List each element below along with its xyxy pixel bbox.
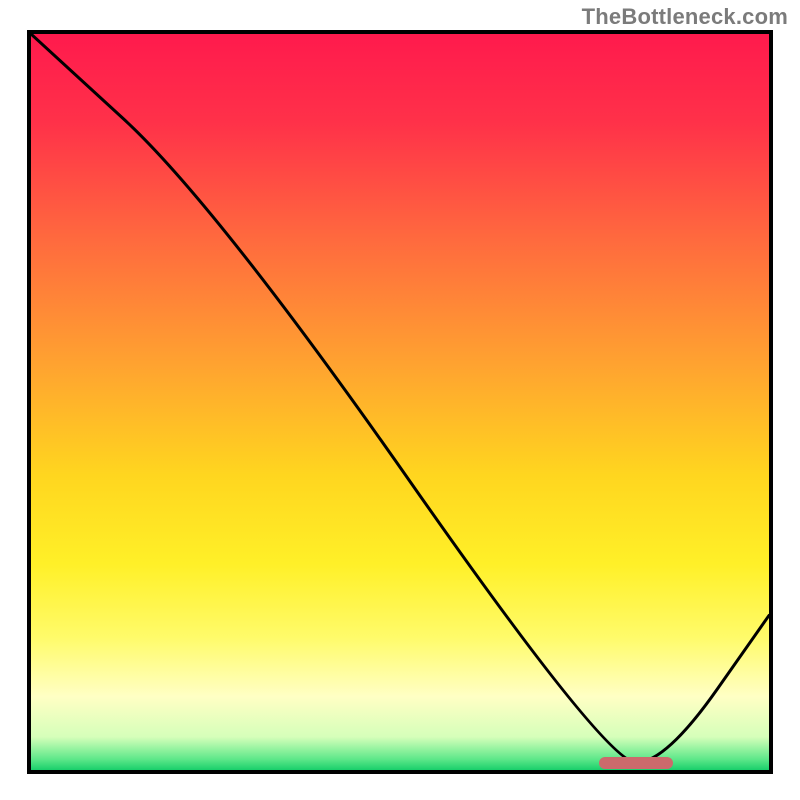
plot-area xyxy=(27,30,773,774)
watermark-label: TheBottleneck.com xyxy=(582,4,788,30)
chart-frame: TheBottleneck.com xyxy=(0,0,800,800)
gradient-background xyxy=(31,34,769,770)
optimal-range-marker xyxy=(599,757,673,769)
plot-svg xyxy=(31,34,769,770)
